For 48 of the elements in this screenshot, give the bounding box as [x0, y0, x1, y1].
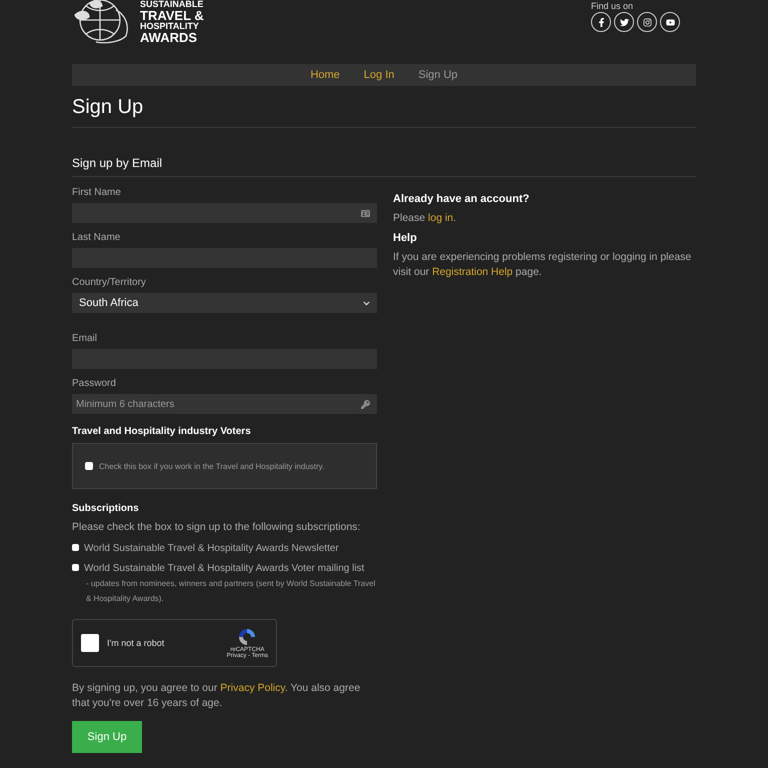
section-title: Sign up by Email: [72, 156, 696, 177]
social-label: Find us on: [591, 1, 634, 11]
aside-text: If you are experiencing problems registering or logging in please visit our Registration Help page.: [393, 250, 692, 280]
social-link[interactable]: [614, 12, 634, 32]
field-label: Email: [72, 333, 98, 344]
breadcrumb-link[interactable]: Log In: [352, 69, 406, 81]
breadcrumb-link[interactable]: Sign Up: [406, 69, 470, 81]
instagram-icon: [642, 18, 652, 26]
page-title: Sign Up: [72, 96, 696, 128]
field-label: First Name: [72, 187, 122, 198]
note-text: - updates from nominees, winners and partners (sent by World Sustainable Travel & Hospitality Awards).: [85, 578, 376, 605]
social-link[interactable]: [637, 12, 657, 32]
chevron-down-icon: [363, 300, 370, 306]
field-label: Last Name: [72, 232, 122, 243]
logo-text: SUSTAINABLE: [140, 0, 204, 9]
logo-text: AWARDS: [140, 31, 198, 44]
text-link[interactable]: log in: [428, 212, 454, 224]
text-link[interactable]: Privacy Policy: [220, 682, 285, 694]
checkbox-label: World Sustainable Travel & Hospitality Awards Newsletter: [84, 542, 339, 556]
intro-text: Please check the box to sign up to the following subscriptions:: [72, 520, 362, 535]
agreement-text: By signing up, you agree to our Privacy Policy. You also agree that you're over 16 years of age.: [72, 681, 362, 711]
logo-text: HOSPITALITY: [140, 22, 200, 31]
input-field[interactable]: [72, 203, 377, 223]
checkbox[interactable]: [85, 462, 93, 470]
aside-text: Please log in.: [393, 211, 458, 226]
social-link[interactable]: [591, 12, 611, 32]
aside-heading: Already have an account?: [393, 193, 530, 205]
field-label: Country/Territory: [72, 277, 147, 288]
checkbox[interactable]: [72, 544, 79, 551]
field-label: Password: [72, 378, 117, 389]
facebook-icon: [596, 18, 606, 26]
text-link[interactable]: Registration Help: [432, 266, 513, 278]
twitter-icon: [620, 18, 628, 26]
aside-heading: Help: [393, 232, 418, 244]
section-heading: Travel and Hospitality industry Voters: [72, 426, 252, 437]
checkbox[interactable]: [72, 564, 79, 571]
youtube-icon: [666, 18, 674, 26]
social-link[interactable]: [660, 12, 680, 32]
checkbox-label: Check this box if you work in the Travel and Hospitality industry.: [99, 462, 324, 470]
circular-arrows-icon: [237, 627, 258, 647]
breadcrumb-link[interactable]: Home: [298, 69, 352, 81]
section-heading: Subscriptions: [72, 503, 140, 514]
captcha-checkbox[interactable]: [81, 634, 99, 652]
input-field[interactable]: Minimum 6 characters: [72, 394, 377, 414]
logo-text: TRAVEL &: [140, 9, 204, 22]
country-select[interactable]: South Africa: [72, 293, 377, 313]
checkbox-label: World Sustainable Travel & Hospitality Awards Voter mailing list: [84, 562, 366, 576]
captcha-label: I'm not a robot: [107, 638, 166, 648]
